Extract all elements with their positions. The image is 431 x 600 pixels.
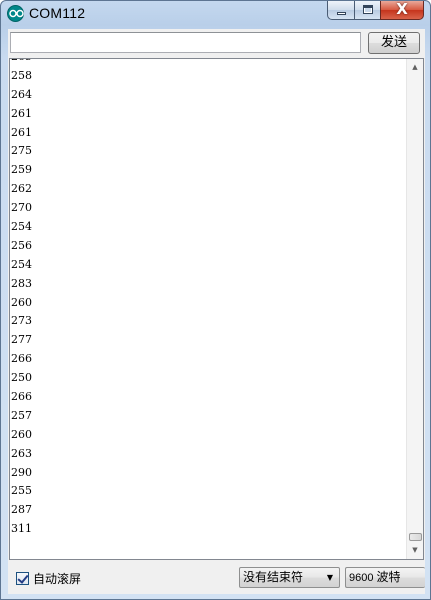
scroll-down-arrow-icon[interactable]: ▼ <box>407 542 423 559</box>
autoscroll-toggle[interactable]: 自动滚屏 <box>16 570 81 586</box>
maximize-button[interactable] <box>354 1 380 20</box>
scroll-up-arrow-icon[interactable]: ▲ <box>407 59 423 76</box>
minimize-button[interactable] <box>327 1 354 20</box>
output-line: 258 <box>11 68 32 82</box>
output-line: 273 <box>11 314 32 328</box>
output-lines: 265258 264 261 261 275 259 262 270 254 256 254 283 2… <box>11 59 407 539</box>
output-line: 311 <box>11 522 32 536</box>
serial-output-area[interactable]: 265258 264 261 261 275 259 262 270 254 256 254 283 2… <box>9 58 424 560</box>
send-input[interactable] <box>10 32 361 53</box>
output-line: 266 <box>11 390 32 404</box>
baud-rate-select[interactable]: 9600 波特 <box>345 567 425 588</box>
output-line: 250 <box>11 371 32 385</box>
output-line: 260 <box>11 427 32 441</box>
autoscroll-checkbox[interactable] <box>16 571 29 585</box>
output-line: 256 <box>11 238 32 252</box>
close-icon: X <box>396 0 408 18</box>
bottom-bar: 自动滚屏 没有结束符 ▼ 9600 波特 <box>8 562 425 594</box>
minimize-icon <box>337 12 346 15</box>
line-ending-value: 没有结束符 <box>243 570 304 584</box>
output-line: 275 <box>11 144 32 158</box>
output-line: 277 <box>11 333 32 347</box>
chevron-down-icon: ▼ <box>326 573 333 582</box>
output-line: 261 <box>11 106 32 120</box>
output-line: 287 <box>11 503 32 517</box>
output-line: 270 <box>11 201 32 215</box>
output-line: 264 <box>11 87 32 101</box>
output-line: 290 <box>11 465 32 479</box>
output-line: 265 <box>11 59 407 67</box>
baud-rate-unit: 波特 <box>376 570 401 584</box>
vertical-scrollbar[interactable]: ▲ ▼ <box>406 59 423 559</box>
scroll-thumb[interactable] <box>409 533 422 541</box>
window-title: COM112 <box>29 5 86 21</box>
caption-buttons: X <box>327 0 424 20</box>
client-area: 发送 2652582642612612752592622702542562542… <box>8 29 425 594</box>
output-line: 263 <box>11 446 32 460</box>
baud-rate-value: 9600 <box>349 572 374 584</box>
title-bar[interactable]: COM112 X <box>1 0 430 28</box>
maximize-icon <box>363 5 373 14</box>
close-button[interactable]: X <box>380 0 424 20</box>
output-line: 262 <box>11 182 32 196</box>
output-line: 254 <box>11 220 32 234</box>
send-row: 发送 <box>8 29 425 59</box>
output-line: 259 <box>11 163 32 177</box>
output-line: 260 <box>11 295 32 309</box>
line-ending-select[interactable]: 没有结束符 ▼ <box>239 567 340 588</box>
output-line: 283 <box>11 276 32 290</box>
output-line: 255 <box>11 484 32 498</box>
output-line: 266 <box>11 352 32 366</box>
output-line: 261 <box>11 125 32 139</box>
arduino-infinity-icon <box>7 5 24 22</box>
output-line: 254 <box>11 257 32 271</box>
output-line: 257 <box>11 408 32 422</box>
autoscroll-label: 自动滚屏 <box>33 571 82 586</box>
send-button[interactable]: 发送 <box>368 32 420 54</box>
serial-monitor-window: COM112 X 发送 2652582642612612752592622702… <box>0 0 431 600</box>
